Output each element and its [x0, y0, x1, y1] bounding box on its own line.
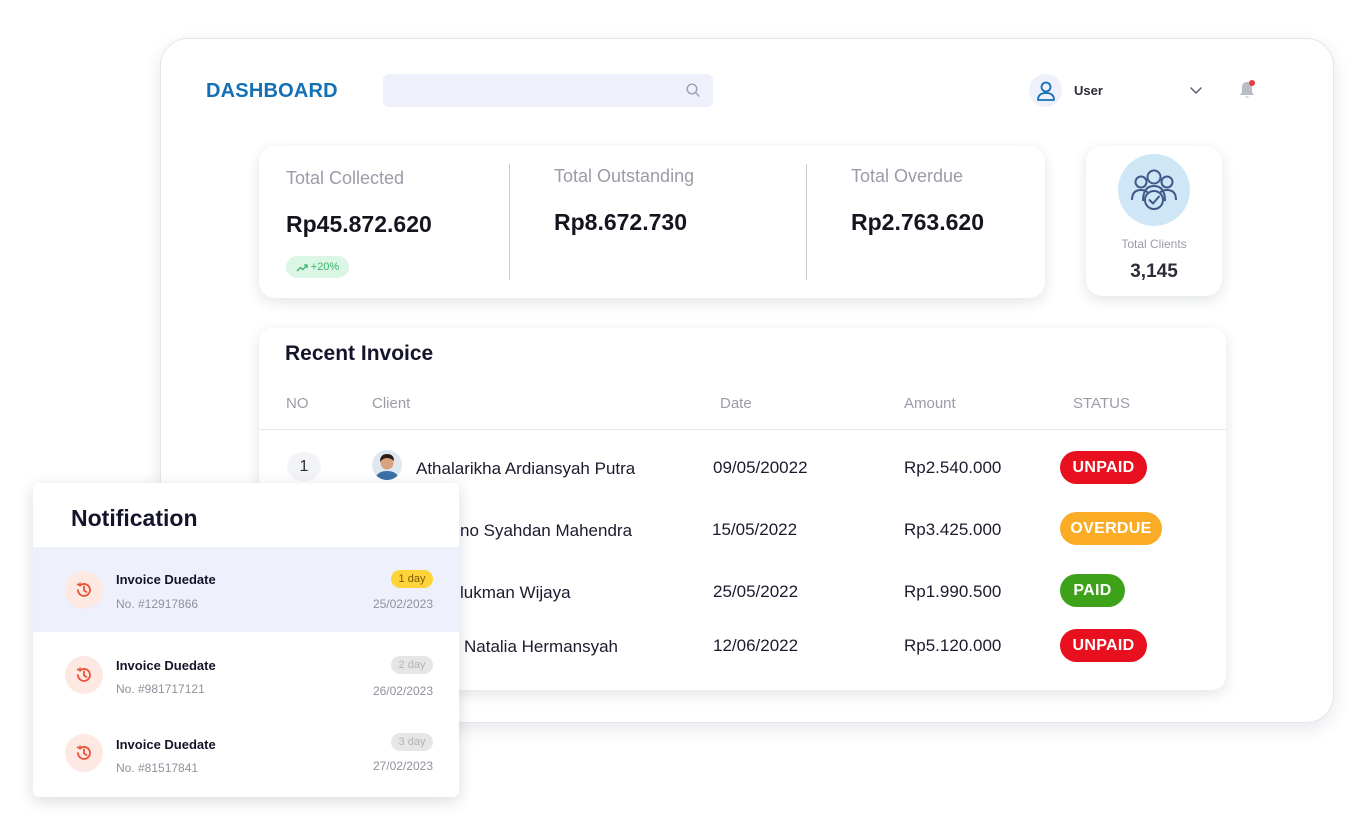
status-badge: OVERDUE [1060, 512, 1162, 545]
invoice-amount: Rp1.990.500 [904, 582, 1002, 601]
notification-item-date: 25/02/2023 [372, 597, 433, 611]
due-badge: 2 day [391, 656, 433, 674]
stat-value-overdue: Rp2.763.620 [851, 209, 984, 235]
stat-value-collected: Rp45.872.620 [286, 211, 432, 237]
notification-item-date: 27/02/2023 [372, 759, 433, 773]
clients-value: 3,145 [1130, 261, 1178, 282]
notification-item[interactable]: Invoice Duedate No. #81517841 3 day 27/0… [33, 714, 459, 797]
due-badge: 3 day [391, 733, 433, 751]
status-badge: UNPAID [1060, 629, 1147, 662]
stat-value-outstanding: Rp8.672.730 [554, 209, 687, 235]
table-header-divider [259, 429, 1226, 430]
invoice-date: 09/05/20022 [713, 458, 808, 477]
notification-item-number: No. #981717121 [116, 682, 205, 696]
clients-label: Total Clients [1121, 237, 1187, 251]
invoice-title: Recent Invoice [285, 342, 434, 365]
stat-label-overdue: Total Overdue [851, 166, 964, 186]
stat-label-collected: Total Collected [286, 168, 405, 188]
notification-item-title: Invoice Duedate [116, 658, 216, 673]
page-title: DASHBOARD [206, 80, 338, 102]
notification-item-title: Invoice Duedate [116, 737, 216, 752]
clock-alert-icon [65, 656, 103, 694]
notification-item[interactable]: Invoice Duedate No. #981717121 2 day 26/… [33, 632, 459, 714]
status-badge: PAID [1060, 574, 1125, 607]
client-name: Athalarikha Ardiansyah Putra [416, 459, 636, 478]
search-input[interactable] [383, 74, 713, 107]
notification-item-number: No. #12917866 [116, 597, 199, 611]
invoice-amount: Rp3.425.000 [904, 520, 1002, 539]
avatar [372, 450, 402, 480]
invoice-amount: Rp2.540.000 [904, 458, 1002, 477]
status-badge: UNPAID [1060, 451, 1147, 484]
notification-item-number: No. #81517841 [116, 761, 199, 775]
column-header-amount: Amount [904, 395, 956, 412]
row-number: 1 [287, 452, 321, 481]
invoice-date: 12/06/2022 [713, 636, 799, 655]
total-clients-card: Total Clients 3,145 [1086, 146, 1222, 296]
due-badge: 1 day [391, 570, 433, 588]
stat-label-outstanding: Total Outstanding [554, 166, 695, 186]
column-header-client: Client [372, 395, 411, 412]
column-header-no: NO [286, 395, 309, 412]
trend-up-icon [296, 263, 308, 271]
column-header-date: Date [720, 395, 752, 412]
invoice-amount: Rp5.120.000 [904, 636, 1002, 655]
chevron-down-icon[interactable] [1189, 86, 1203, 96]
notification-item-date: 26/02/2023 [372, 684, 433, 698]
stats-card: Total Collected Rp45.872.620 +20% Total … [259, 146, 1045, 298]
client-name: Natalia Hermansyah [464, 637, 619, 656]
notification-dot [1249, 80, 1255, 86]
user-name[interactable]: User [1074, 83, 1103, 98]
clock-alert-icon [65, 734, 103, 772]
stat-divider [806, 164, 807, 280]
clients-icon-wrap [1118, 154, 1190, 226]
trend-value: +20% [310, 261, 340, 273]
column-header-status: STATUS [1073, 395, 1130, 412]
user-icon [1036, 81, 1055, 101]
client-name: no Syahdan Mahendra [460, 521, 633, 540]
notification-item[interactable]: Invoice Duedate No. #12917866 1 day 25/0… [33, 547, 459, 632]
users-check-icon [1131, 169, 1177, 210]
invoice-date: 25/05/2022 [713, 582, 799, 601]
user-avatar[interactable] [1029, 74, 1062, 107]
notification-item-title: Invoice Duedate [116, 572, 216, 587]
clock-alert-icon [65, 571, 103, 609]
notification-panel: Notification Invoice Duedate No. #129178… [33, 483, 459, 797]
search-icon[interactable] [685, 82, 701, 98]
trend-badge: +20% [286, 256, 349, 278]
notification-title: Notification [71, 505, 198, 531]
stat-divider [509, 164, 510, 280]
client-name: lukman Wijaya [460, 583, 571, 602]
invoice-date: 15/05/2022 [712, 520, 798, 539]
